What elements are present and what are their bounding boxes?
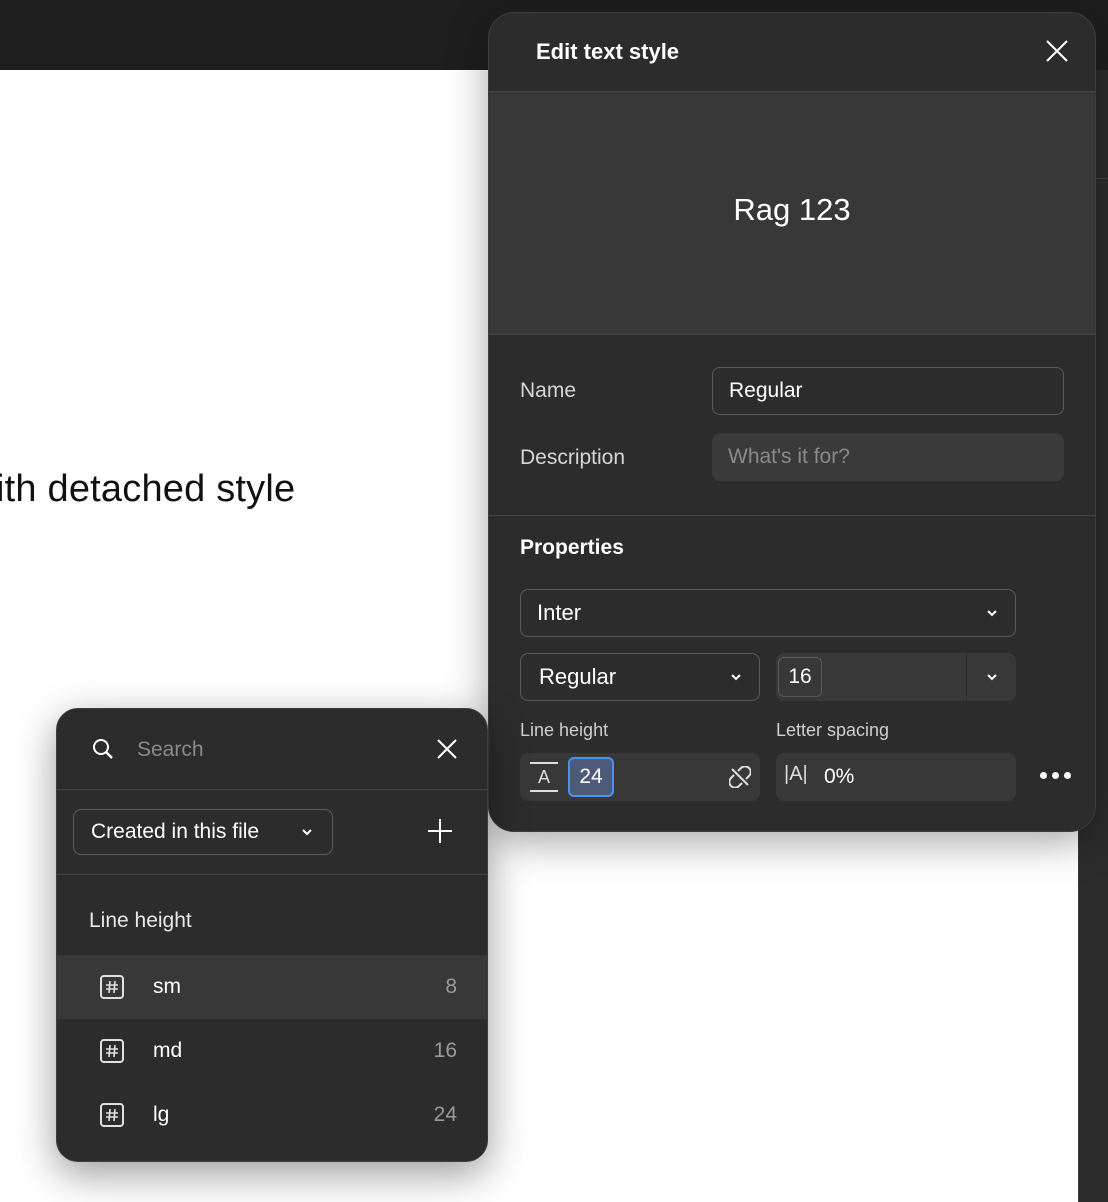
letter-spacing-field[interactable]: |A| 0% — [776, 753, 1016, 801]
properties-title: Properties — [520, 536, 624, 559]
close-popover-button[interactable] — [431, 733, 463, 765]
search-icon — [93, 739, 113, 759]
variable-value: 8 — [445, 975, 457, 998]
variable-row-lg[interactable]: lg 24 — [57, 1083, 487, 1147]
more-options-button[interactable] — [1040, 772, 1071, 779]
more-dot-icon — [1040, 772, 1047, 779]
close-icon — [437, 739, 457, 759]
panel-title: Edit text style — [536, 39, 680, 64]
letter-spacing-value[interactable]: 0% — [824, 765, 854, 789]
plus-icon[interactable] — [427, 818, 453, 844]
line-height-label: Line height — [520, 720, 609, 740]
close-panel-button[interactable] — [1041, 35, 1073, 67]
chevron-down-icon — [987, 610, 997, 617]
font-family-value: Inter — [537, 600, 582, 625]
line-height-value[interactable]: 24 — [568, 757, 614, 797]
preview-text: Rag 123 — [733, 192, 851, 227]
font-weight-select[interactable]: Regular — [520, 653, 760, 701]
library-filter-value: Created in this file — [91, 820, 260, 843]
number-variable-icon — [100, 975, 124, 999]
canvas-text-layer[interactable]: ith detached style — [0, 468, 295, 511]
variable-name: md — [153, 1039, 183, 1062]
chevron-down-icon — [302, 829, 312, 836]
variable-name: lg — [153, 1103, 170, 1126]
description-field[interactable]: What's it for? — [712, 433, 1064, 481]
popover-search-bar — [57, 709, 487, 790]
section-divider — [489, 515, 1095, 516]
letter-spacing-label: Letter spacing — [776, 720, 890, 740]
variable-picker-popover: Created in this file Line height sm 8 md… — [56, 708, 488, 1162]
panel-header: Edit text style — [489, 13, 1095, 92]
variable-value: 24 — [433, 1103, 457, 1126]
name-label: Name — [520, 379, 577, 402]
name-field[interactable]: Regular — [712, 367, 1064, 415]
line-height-icon: A — [530, 762, 558, 792]
description-label: Description — [520, 446, 626, 469]
font-size-value[interactable]: 16 — [778, 657, 822, 697]
popover-filter-bar: Created in this file — [57, 790, 487, 875]
detach-variable-icon[interactable] — [729, 766, 751, 788]
more-dot-icon — [1064, 772, 1071, 779]
variable-row-md[interactable]: md 16 — [57, 1019, 487, 1083]
variable-name: sm — [153, 975, 181, 998]
font-family-select[interactable]: Inter — [520, 589, 1016, 637]
letter-spacing-icon: |A| — [784, 763, 808, 785]
library-filter-select[interactable]: Created in this file — [73, 809, 333, 855]
style-preview: Rag 123 — [489, 92, 1095, 335]
search-input[interactable] — [135, 733, 419, 767]
number-variable-icon — [100, 1103, 124, 1127]
font-size-field[interactable]: 16 — [776, 653, 1016, 701]
line-height-field[interactable]: A 24 — [520, 753, 760, 801]
chevron-down-icon — [731, 674, 741, 681]
field-separator — [966, 653, 967, 701]
chevron-down-icon[interactable] — [985, 672, 999, 682]
variable-group-title: Line height — [89, 909, 192, 932]
close-icon — [1046, 40, 1068, 62]
variable-row-sm[interactable]: sm 8 — [57, 955, 487, 1019]
font-weight-value: Regular — [539, 664, 617, 689]
more-dot-icon — [1052, 772, 1059, 779]
number-variable-icon — [100, 1039, 124, 1063]
edit-text-style-panel: Edit text style Rag 123 Name Regular Des… — [488, 12, 1096, 832]
variable-value: 16 — [433, 1039, 457, 1062]
